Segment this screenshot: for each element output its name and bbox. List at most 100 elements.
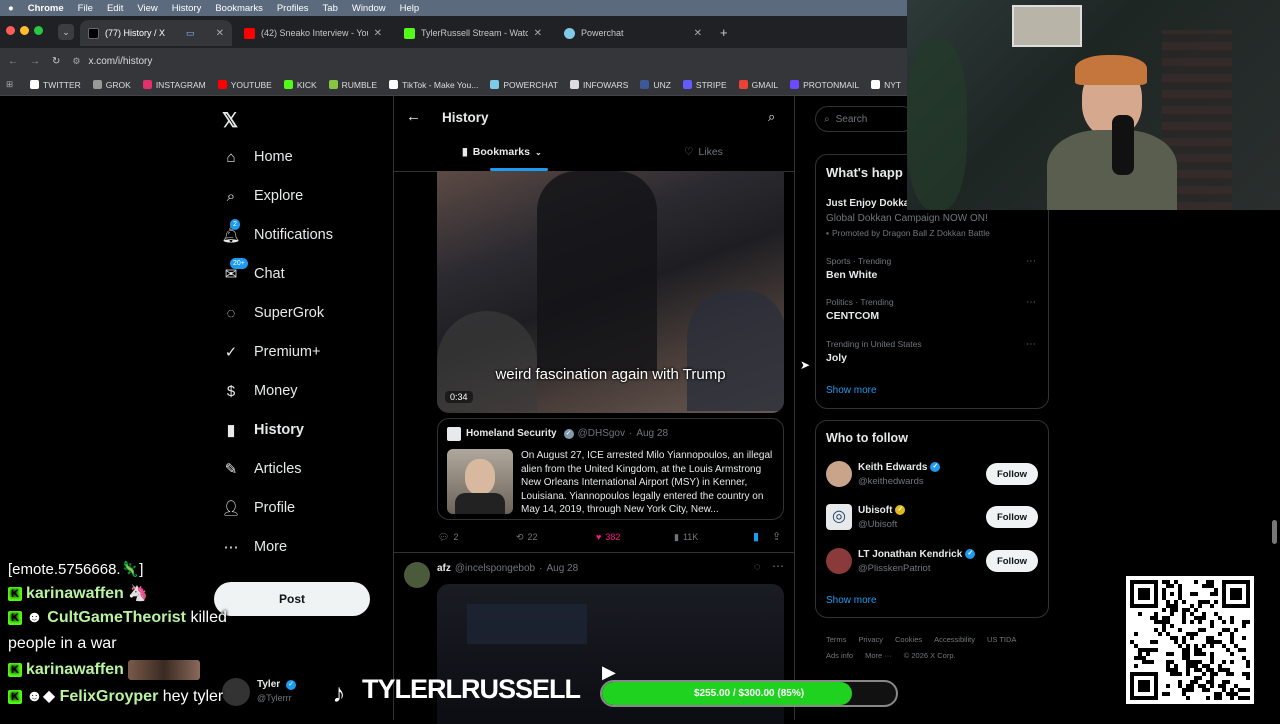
avatar[interactable] [826, 548, 852, 574]
nav-item-supergrok[interactable]: ◌ SuperGrok [222, 304, 325, 322]
back-arrow-icon[interactable]: ← [406, 108, 421, 125]
bookmark-item[interactable]: UNZ [640, 80, 671, 90]
nav-item-notifications[interactable]: 🔔︎ 2 Notifications [221, 219, 333, 244]
tab-search-icon[interactable]: ⌄ [58, 24, 74, 40]
bookmark-item[interactable]: INSTAGRAM [142, 80, 206, 90]
nav-item-profile[interactable]: 👤︎ Profile [221, 499, 295, 517]
tab-kick[interactable]: TylerRussell Stream - Watch ✕ [396, 20, 550, 46]
menu-tab[interactable]: Tab [323, 3, 338, 14]
follow-button[interactable]: Follow [986, 550, 1038, 572]
trend-item[interactable]: Politics · Trending CENTCOM [826, 297, 894, 322]
video-player[interactable]: weird fascination again with Trump 0:34 [437, 171, 784, 413]
grok-icon[interactable]: ◌ [754, 561, 761, 573]
menu-view[interactable]: View [137, 3, 157, 14]
bookmark-item[interactable]: NYT [871, 80, 901, 90]
ubisoft-logo-icon[interactable]: ◎ [826, 504, 852, 530]
bookmark-item[interactable]: TikTok - Make You... [389, 80, 478, 90]
close-tab-icon[interactable]: ✕ [534, 28, 542, 39]
share-icon[interactable]: ⇪ [772, 530, 781, 543]
follow-button[interactable]: Follow [986, 463, 1038, 485]
nav-item-articles[interactable]: ✎ Articles [222, 460, 302, 478]
footer-link-more[interactable]: More ··· [865, 648, 892, 664]
avatar[interactable] [404, 562, 430, 588]
apple-icon[interactable]: ● [8, 3, 14, 14]
follow-user-name[interactable]: Keith Edwards ✓ [858, 462, 941, 473]
footer-link-ads[interactable]: Ads info [826, 648, 853, 664]
trend-item[interactable]: Trending in United States Joly [826, 339, 922, 364]
quoted-post-image[interactable] [447, 449, 513, 514]
follow-show-more-link[interactable]: Show more [826, 595, 877, 606]
trend-item[interactable]: Sports · Trending Ben White [826, 256, 891, 281]
quoted-post[interactable]: Homeland Security ✓ @DHSgov · Aug 28 On … [437, 418, 784, 520]
close-tab-icon[interactable]: ✕ [374, 28, 382, 39]
close-window-button[interactable] [6, 26, 15, 35]
footer-link-cookies[interactable]: Cookies [895, 632, 922, 648]
repost-button[interactable]: ⟲ 22 [516, 532, 538, 543]
bookmark-item[interactable]: TWITTER [30, 80, 81, 90]
nav-item-home[interactable]: ⌂ Home [222, 148, 292, 166]
menu-history[interactable]: History [172, 3, 202, 14]
new-tab-icon[interactable]: + [720, 25, 728, 40]
like-button[interactable]: ♥ 382 [596, 532, 620, 542]
close-tab-icon[interactable]: ✕ [694, 28, 702, 39]
minimize-window-button[interactable] [20, 26, 29, 35]
search-input[interactable]: ⌕ Search [815, 106, 915, 132]
trend-more-icon[interactable]: ⋯ [1026, 339, 1036, 350]
page-scrollbar[interactable] [1272, 520, 1277, 544]
menu-window[interactable]: Window [352, 3, 386, 14]
tab-youtube[interactable]: (42) Sneako Interview - YouTu ✕ [236, 20, 390, 46]
bookmark-item[interactable]: KICK [283, 80, 317, 90]
trend-more-icon[interactable]: ⋯ [1026, 297, 1036, 308]
bookmark-item[interactable]: STRIPE [682, 80, 727, 90]
views-button[interactable]: ▮ 11K [674, 532, 698, 543]
tab-history-x[interactable]: (77) History / X ▭ ✕ [80, 20, 232, 46]
tab-likes[interactable]: ♡ Likes [684, 146, 723, 158]
bookmark-item[interactable]: YOUTUBE [217, 80, 272, 90]
footer-link-terms[interactable]: Terms [826, 632, 846, 648]
nav-item-more[interactable]: ⋯ More [222, 538, 288, 556]
x-logo-icon[interactable]: 𝕏 [222, 108, 238, 133]
menu-edit[interactable]: Edit [107, 3, 123, 14]
apps-grid-icon[interactable]: ⊞ [6, 79, 13, 90]
reply-button[interactable]: 💬︎ 2 [438, 532, 458, 543]
menu-help[interactable]: Help [400, 3, 420, 14]
nav-item-premium[interactable]: ✓ Premium+ [222, 343, 321, 361]
promoted-trend-name[interactable]: Just Enjoy Dokka [826, 198, 909, 209]
follow-user-name[interactable]: LT Jonathan Kendrick ✓ [858, 549, 976, 560]
nav-item-history[interactable]: ▮ History [222, 421, 304, 439]
tab-powerchat[interactable]: Powerchat ✕ [556, 20, 710, 46]
reload-icon[interactable]: ↻ [52, 56, 60, 67]
trend-more-icon[interactable]: ⋯ [1026, 256, 1036, 267]
bookmark-item[interactable]: GROK [92, 80, 131, 90]
url-field[interactable]: x.com/i/history [88, 56, 152, 67]
footer-link-tida[interactable]: US TIDA [987, 632, 1016, 648]
search-icon[interactable]: ⌕ [768, 109, 775, 125]
footer-link-privacy[interactable]: Privacy [858, 632, 883, 648]
nav-item-explore[interactable]: ⌕ Explore [222, 187, 303, 205]
nav-item-money[interactable]: $ Money [222, 382, 298, 400]
menu-profiles[interactable]: Profiles [277, 3, 309, 14]
tab-bookmarks[interactable]: ▮ Bookmarks ⌄ [462, 146, 542, 158]
menu-bookmarks[interactable]: Bookmarks [215, 3, 263, 14]
bookmark-item[interactable]: RUMBLE [328, 80, 377, 90]
bookmark-item[interactable]: INFOWARS [569, 80, 628, 90]
back-icon[interactable]: ← [8, 56, 18, 67]
follow-button[interactable]: Follow [986, 506, 1038, 528]
footer-link-accessibility[interactable]: Accessibility [934, 632, 975, 648]
forward-icon[interactable]: → [30, 56, 40, 67]
nav-item-chat[interactable]: ✉ 20+ Chat [222, 258, 285, 283]
close-tab-icon[interactable]: ✕ [216, 28, 224, 39]
more-options-icon[interactable]: ⋯ [772, 559, 784, 573]
menu-file[interactable]: File [78, 3, 93, 14]
nav-label: Articles [254, 461, 302, 477]
trends-show-more-link[interactable]: Show more [826, 385, 877, 396]
avatar[interactable] [826, 461, 852, 487]
zoom-window-button[interactable] [34, 26, 43, 35]
menu-app-name[interactable]: Chrome [28, 3, 64, 14]
bookmark-item[interactable]: POWERCHAT [490, 80, 558, 90]
site-info-icon[interactable]: ⚙ [72, 56, 80, 67]
bookmark-item[interactable]: GMAIL [738, 80, 778, 90]
bookmarked-icon[interactable]: ▮ [753, 530, 759, 543]
follow-user-name[interactable]: Ubisoft ✓ [858, 505, 906, 516]
bookmark-item[interactable]: PROTONMAIL [790, 80, 859, 90]
